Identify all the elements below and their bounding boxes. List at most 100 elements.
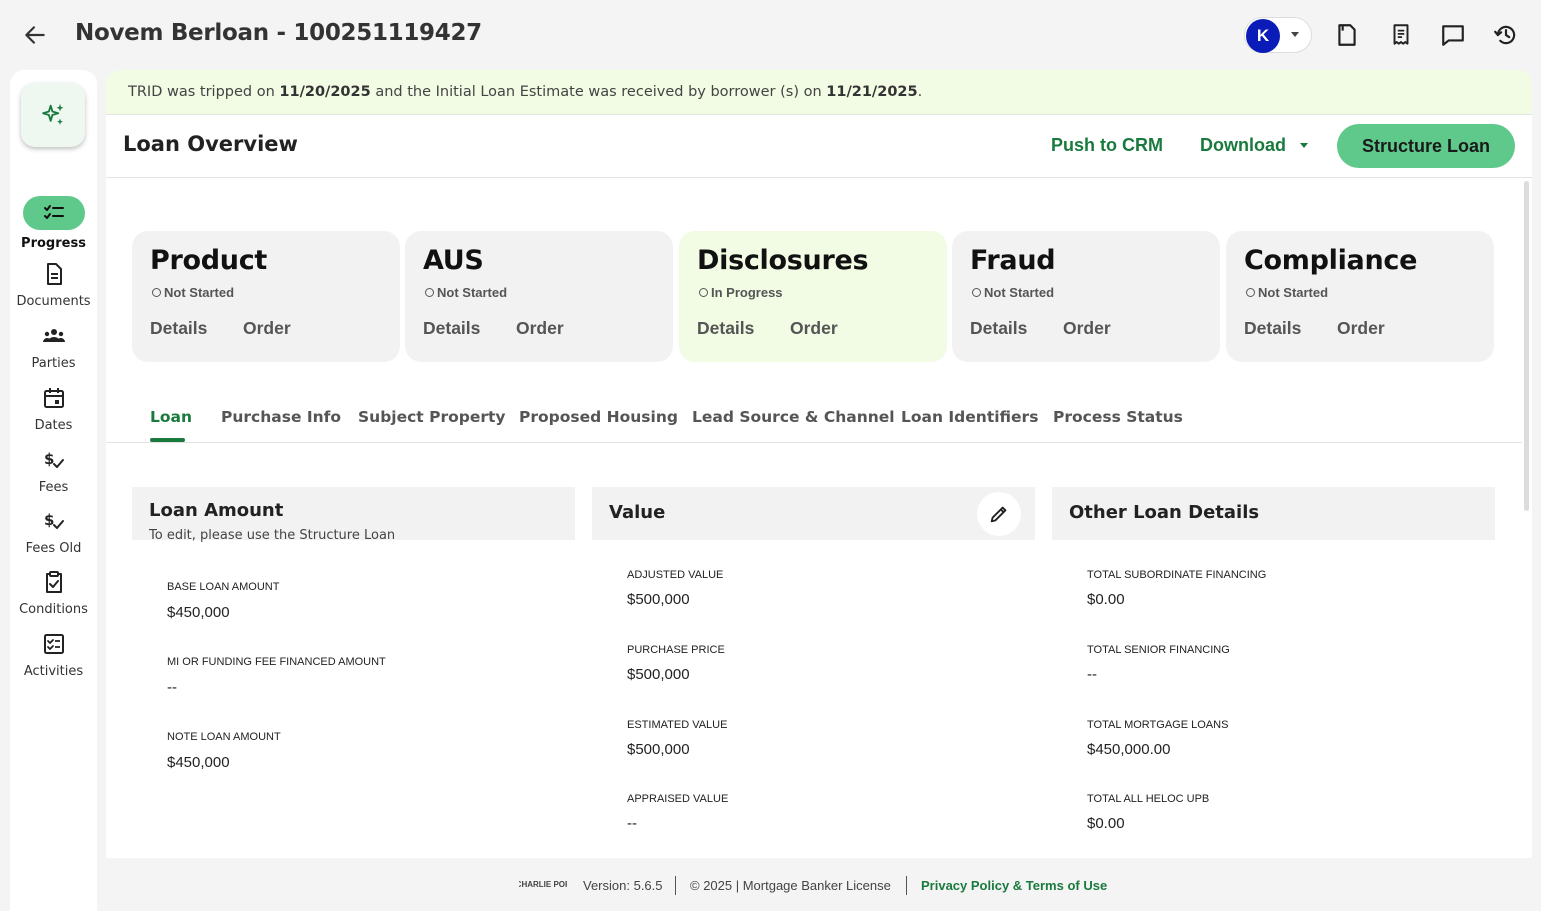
order-link[interactable]: Order: [1063, 318, 1111, 339]
order-link[interactable]: Order: [1337, 318, 1385, 339]
loan-amount-header: Loan Amount To edit, please use the Stru…: [132, 487, 575, 543]
sidebar-item-label: Dates: [34, 418, 73, 433]
field-value: $450,000.00: [1087, 741, 1171, 758]
divider: [675, 876, 676, 895]
checklist-icon: [43, 205, 64, 219]
banner-text: and the Initial Loan Estimate was receiv…: [375, 84, 822, 100]
tab-lead-source-channel[interactable]: Lead Source & Channel: [692, 408, 895, 426]
details-link[interactable]: Details: [970, 318, 1027, 339]
status-dot-icon: [972, 288, 981, 297]
field-label: ADJUSTED VALUE: [627, 569, 724, 581]
status-text: Not Started: [437, 285, 508, 300]
other-loan-details-header: Other Loan Details: [1052, 487, 1495, 540]
document-icon: [46, 263, 62, 285]
sidebar-item-label: Conditions: [19, 602, 88, 617]
page-title: Loan Overview: [123, 132, 298, 156]
sparkle-icon: [42, 103, 64, 125]
sidebar-item-label: Progress: [21, 236, 86, 251]
sidebar-item-label: Activities: [23, 664, 84, 679]
tab-loan[interactable]: Loan: [150, 408, 192, 426]
download-button[interactable]: Download: [1200, 135, 1286, 156]
tab-loan-identifiers[interactable]: Loan Identifiers: [901, 408, 1038, 426]
card-title: AUS: [423, 245, 484, 276]
status-badge: Not Started: [425, 285, 507, 300]
field-value: --: [167, 679, 177, 696]
field-label: ESTIMATED VALUE: [627, 719, 728, 731]
tab-purchase-info[interactable]: Purchase Info: [221, 408, 341, 426]
svg-text:$: $: [44, 450, 54, 468]
disclosures-card: Disclosures In Progress Details Order: [679, 231, 947, 362]
status-text: In Progress: [711, 285, 783, 300]
avatar[interactable]: K: [1246, 19, 1280, 53]
checked-list-icon: [43, 634, 64, 654]
details-link[interactable]: Details: [1244, 318, 1301, 339]
order-link[interactable]: Order: [243, 318, 291, 339]
back-arrow-icon[interactable]: [22, 22, 48, 48]
field-value: $0.00: [1087, 591, 1125, 608]
field-value: $500,000: [627, 666, 690, 683]
chevron-down-icon[interactable]: [1300, 143, 1308, 148]
order-link[interactable]: Order: [790, 318, 838, 339]
loan-title: Novem Berloan - 100251119427: [75, 20, 482, 46]
trid-banner: TRID was tripped on 11/20/2025 and the I…: [106, 70, 1532, 115]
sidebar-item-conditions[interactable]: Conditions: [10, 570, 97, 617]
overview-header: Loan Overview Push to CRM Download Struc…: [106, 115, 1532, 178]
notes-icon[interactable]: [1334, 22, 1360, 48]
chat-icon[interactable]: [1440, 22, 1466, 48]
user-menu[interactable]: K: [1244, 17, 1312, 53]
card-title: Compliance: [1244, 245, 1418, 276]
aus-card: AUS Not Started Details Order: [405, 231, 673, 362]
scrollbar[interactable]: [1524, 181, 1529, 511]
field-value: --: [627, 815, 637, 832]
chevron-down-icon[interactable]: [1291, 32, 1299, 37]
history-icon[interactable]: [1493, 22, 1519, 48]
status-text: Not Started: [1258, 285, 1329, 300]
dollar-check-icon: $: [44, 450, 64, 468]
order-link[interactable]: Order: [516, 318, 564, 339]
section-title: Value: [609, 502, 666, 523]
edit-button[interactable]: [977, 492, 1021, 536]
tab-proposed-housing[interactable]: Proposed Housing: [519, 408, 678, 426]
receipt-icon[interactable]: [1388, 22, 1414, 48]
details-link[interactable]: Details: [423, 318, 480, 339]
sidebar-item-activities[interactable]: Activities: [10, 632, 97, 679]
sidebar: Progress Documents Parties Dates $ Fees …: [10, 70, 97, 911]
status-badge: Not Started: [1246, 285, 1328, 300]
dollar-check-icon: $: [44, 511, 64, 529]
field-value: $0.00: [1087, 815, 1125, 832]
privacy-terms-link[interactable]: Privacy Policy & Terms of Use: [921, 878, 1107, 893]
banner-text: TRID was tripped on: [128, 84, 275, 100]
status-dot-icon: [152, 288, 161, 297]
sidebar-item-parties[interactable]: Parties: [10, 324, 97, 371]
fraud-card: Fraud Not Started Details Order: [952, 231, 1220, 362]
product-card: Product Not Started Details Order: [132, 231, 400, 362]
sidebar-item-progress[interactable]: Progress: [10, 196, 97, 251]
field-value: --: [1087, 666, 1097, 683]
sidebar-item-fees-old[interactable]: $ Fees Old: [10, 509, 97, 556]
status-dot-icon: [699, 288, 708, 297]
structure-loan-button[interactable]: Structure Loan: [1337, 124, 1515, 168]
ai-assistant-button[interactable]: [21, 83, 85, 147]
sidebar-item-fees[interactable]: $ Fees: [10, 448, 97, 495]
tab-process-status[interactable]: Process Status: [1053, 408, 1183, 426]
divider: [906, 876, 907, 895]
sidebar-item-dates[interactable]: Dates: [10, 386, 97, 433]
section-title: Loan Amount: [149, 500, 284, 521]
push-to-crm-button[interactable]: Push to CRM: [1051, 135, 1163, 156]
details-link[interactable]: Details: [150, 318, 207, 339]
sidebar-item-label: Fees Old: [25, 541, 82, 556]
sidebar-item-documents[interactable]: Documents: [10, 262, 97, 309]
tab-subject-property[interactable]: Subject Property: [358, 408, 506, 426]
field-value: $450,000: [167, 754, 230, 771]
section-title: Other Loan Details: [1069, 502, 1260, 523]
banner-trid-date: 11/20/2025: [279, 84, 371, 100]
status-text: Not Started: [164, 285, 235, 300]
banner-text: .: [917, 84, 923, 100]
main-panel: TRID was tripped on 11/20/2025 and the I…: [106, 70, 1532, 858]
charlie-pop-logo: CHARLIE POP: [519, 880, 567, 889]
status-dot-icon: [425, 288, 434, 297]
footer: CHARLIE POP Version: 5.6.5 © 2025 | Mort…: [106, 858, 1532, 911]
field-value: $450,000: [167, 604, 230, 621]
card-title: Fraud: [970, 245, 1056, 276]
details-link[interactable]: Details: [697, 318, 754, 339]
